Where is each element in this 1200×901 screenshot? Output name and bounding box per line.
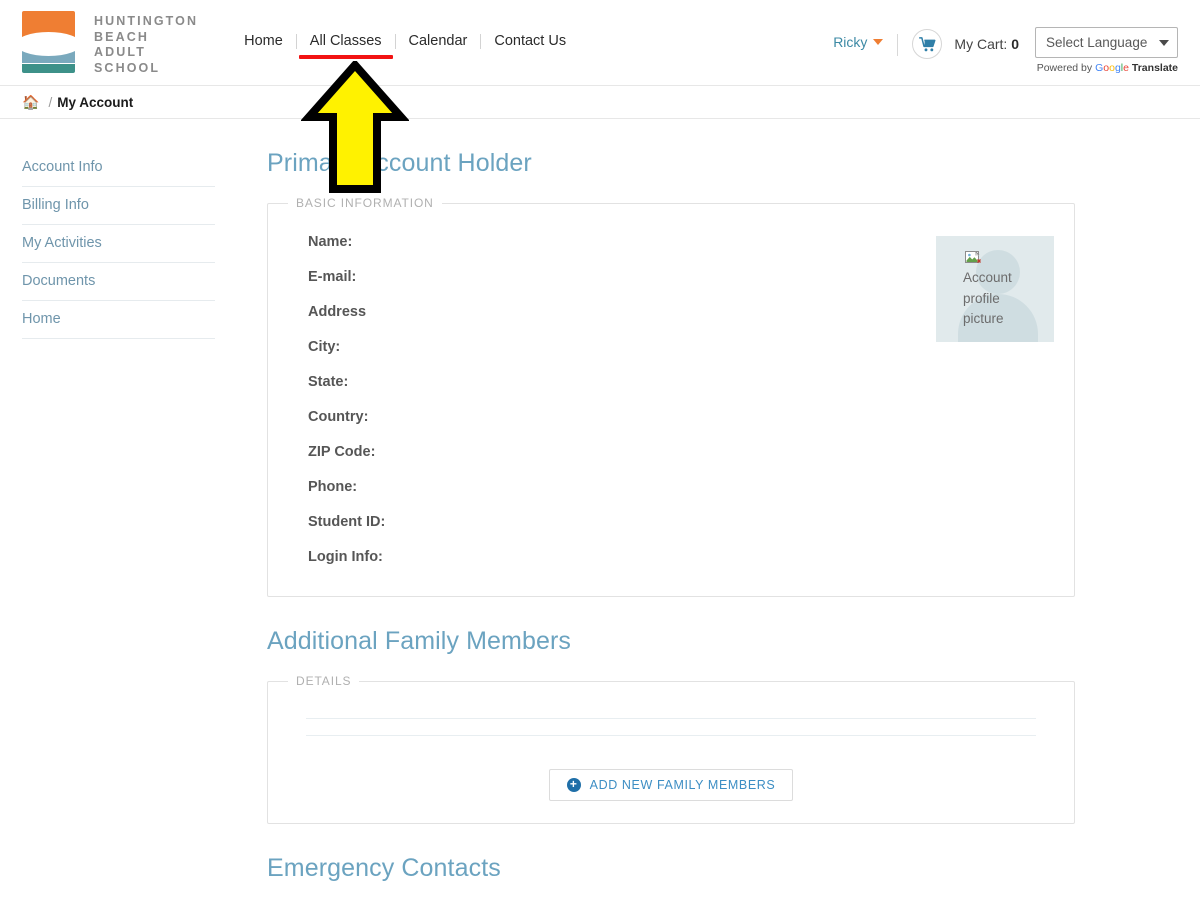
sidebar-item-documents[interactable]: Documents xyxy=(22,263,215,301)
cart-button[interactable] xyxy=(912,29,943,59)
basic-information-legend: BASIC INFORMATION xyxy=(296,196,434,210)
add-button-label: ADD NEW FAMILY MEMBERS xyxy=(589,778,776,792)
sidebar-item-home[interactable]: Home xyxy=(22,301,215,339)
basic-information-panel: BASIC INFORMATION Account profile pictur… xyxy=(267,196,1075,597)
breadcrumb-separator: / xyxy=(48,94,53,110)
user-menu[interactable]: Ricky xyxy=(833,27,884,50)
add-new-family-members-button[interactable]: + ADD NEW FAMILY MEMBERS xyxy=(548,769,794,801)
nav-item-contact-us[interactable]: Contact Us xyxy=(481,33,579,49)
field-state: State: xyxy=(308,374,349,390)
plus-circle-icon: + xyxy=(566,778,581,792)
cart-label[interactable]: My Cart: 0 xyxy=(942,27,1019,52)
details-legend: DETAILS xyxy=(296,674,352,688)
huntington-beach-logo-icon xyxy=(16,11,81,73)
chevron-down-icon xyxy=(1159,39,1169,46)
breadcrumb: 🏠 / My Account xyxy=(0,86,1200,119)
details-divider xyxy=(306,735,1036,736)
cart-text: My Cart: xyxy=(954,36,1008,52)
nav-item-all-classes[interactable]: All Classes xyxy=(297,33,395,59)
field-student-id: Student ID: xyxy=(308,514,386,530)
sidebar: Account Info Billing Info My Activities … xyxy=(0,119,215,901)
translate-text: Translate xyxy=(1131,62,1178,74)
page-title: Primary Account Holder xyxy=(267,149,532,177)
brand-logo[interactable]: HUNTINGTON BEACH ADULT SCHOOL xyxy=(0,0,198,76)
shopping-cart-icon xyxy=(919,36,936,51)
page-body: Account Info Billing Info My Activities … xyxy=(0,119,1200,901)
sidebar-item-billing-info[interactable]: Billing Info xyxy=(22,187,215,225)
brand-line-2: BEACH xyxy=(94,29,149,44)
header-right-controls: Ricky My Cart: 0 Select Language Powered… xyxy=(833,0,1200,74)
main-navigation: Home All Classes Calendar Contact Us xyxy=(231,0,579,59)
language-selector-wrapper: Select Language Powered by Google Transl… xyxy=(1035,27,1178,74)
google-wordmark: Google xyxy=(1095,62,1129,74)
sidebar-item-my-activities[interactable]: My Activities xyxy=(22,225,215,263)
selected-language-label: Select Language xyxy=(1046,35,1148,50)
cart-count: 0 xyxy=(1011,36,1019,52)
broken-image-icon xyxy=(965,251,981,263)
caret-down-icon xyxy=(873,39,884,45)
brand-line-1: HUNTINGTON xyxy=(94,14,199,28)
site-header: HUNTINGTON BEACH ADULT SCHOOL Home All C… xyxy=(0,0,1200,86)
field-login-info: Login Info: xyxy=(308,549,383,565)
nav-item-home[interactable]: Home xyxy=(231,33,296,49)
header-divider xyxy=(897,34,899,56)
family-members-title: Additional Family Members xyxy=(267,627,571,655)
field-phone: Phone: xyxy=(308,479,358,495)
avatar-alt-text: Account profile picture xyxy=(963,270,1012,326)
field-zip-code: ZIP Code: xyxy=(308,444,376,460)
details-divider xyxy=(306,718,1036,719)
main-content: Primary Account Holder BASIC INFORMATION xyxy=(215,119,1200,901)
brand-line-3: ADULT xyxy=(94,45,146,60)
user-name-label: Ricky xyxy=(833,34,868,50)
breadcrumb-current-page: My Account xyxy=(57,94,134,110)
home-icon[interactable]: 🏠 xyxy=(22,95,39,109)
field-country: Country: xyxy=(308,409,369,425)
brand-wordmark: HUNTINGTON BEACH ADULT SCHOOL xyxy=(94,11,198,76)
nav-item-calendar[interactable]: Calendar xyxy=(396,33,481,49)
avatar: Account profile picture xyxy=(936,236,1054,342)
sidebar-item-account-info[interactable]: Account Info xyxy=(22,149,215,187)
powered-by-text: Powered by xyxy=(1036,62,1093,74)
select-language-dropdown[interactable]: Select Language xyxy=(1035,27,1178,58)
brand-line-4: SCHOOL xyxy=(94,60,161,75)
emergency-contacts-title: Emergency Contacts xyxy=(267,854,501,882)
powered-by-google-translate: Powered by Google Translate xyxy=(1035,62,1178,74)
family-members-panel: DETAILS + ADD NEW FAMILY MEMBERS xyxy=(267,674,1075,824)
